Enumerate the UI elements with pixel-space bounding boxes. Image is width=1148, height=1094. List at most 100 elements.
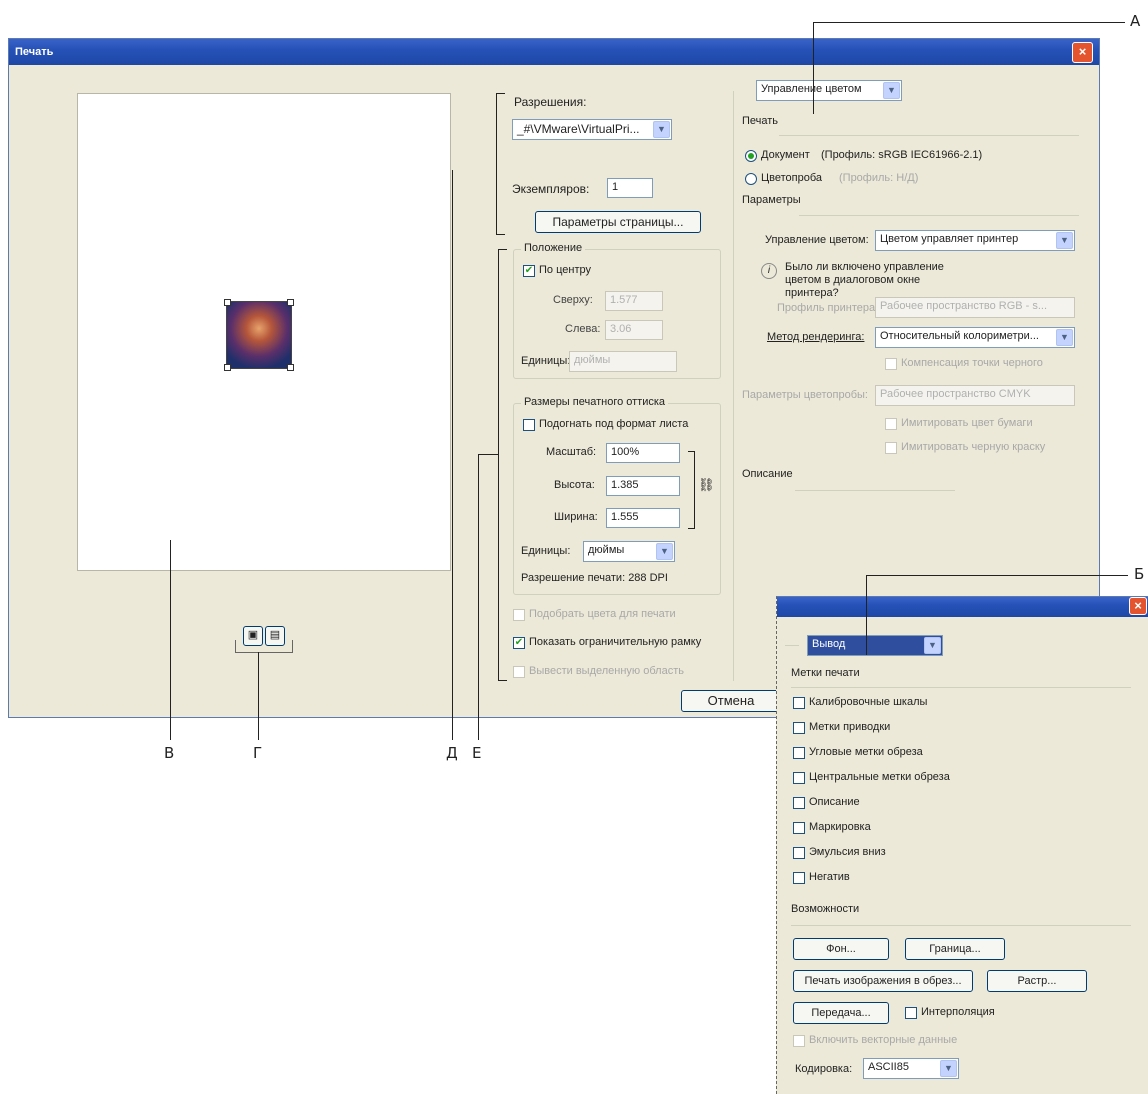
chain-link-icon[interactable]: ⛓ — [698, 477, 715, 493]
document-radio[interactable] — [745, 150, 757, 162]
print-section-rule — [779, 135, 1079, 136]
background-button[interactable]: Фон... — [793, 938, 889, 960]
print-mark-label: Негатив — [809, 871, 850, 883]
print-mark-checkbox[interactable] — [793, 722, 805, 734]
close-icon[interactable]: × — [1072, 42, 1093, 63]
screen-button[interactable]: Растр... — [987, 970, 1087, 992]
output-top-rule — [785, 645, 799, 646]
callout-b: Б — [1134, 565, 1145, 583]
preview-image[interactable] — [224, 299, 294, 371]
border-button[interactable]: Граница... — [905, 938, 1005, 960]
position-units-label: Единицы: — [521, 355, 571, 367]
printer-profile-value: Рабочее пространство RGB - s... — [880, 300, 1048, 312]
color-mode-select[interactable]: Управление цветом ▼ — [756, 80, 902, 101]
handle-tl[interactable] — [224, 299, 231, 306]
scaled-size-legend: Размеры печатного оттиска — [521, 396, 669, 408]
page-setup-button[interactable]: Параметры страницы... — [535, 211, 701, 233]
color-handling-select[interactable]: Цветом управляет принтер ▼ — [875, 230, 1075, 251]
encoding-value: ASCII85 — [868, 1061, 909, 1073]
print-mark-checkbox[interactable] — [793, 697, 805, 709]
close-icon[interactable]: × — [1129, 597, 1147, 615]
match-colors-label: Подобрать цвета для печати — [529, 608, 676, 620]
show-bbox-checkbox[interactable]: ✔ — [513, 637, 525, 649]
vector-data-checkbox[interactable] — [793, 1035, 805, 1047]
encoding-select[interactable]: ASCII85 ▼ — [863, 1058, 959, 1079]
simulate-black-checkbox[interactable] — [885, 442, 897, 454]
black-point-label: Компенсация точки черного — [901, 357, 1043, 369]
handle-br[interactable] — [287, 364, 294, 371]
printer-profile-select[interactable]: Рабочее пространство RGB - s... — [875, 297, 1075, 318]
printer-select[interactable]: _#\VMware\VirtualPri... ▼ — [512, 119, 672, 140]
print-selected-checkbox[interactable] — [513, 666, 525, 678]
height-input[interactable]: 1.385 — [606, 476, 680, 496]
print-selected-label: Вывести выделенную область — [529, 665, 684, 677]
fit-media-checkbox[interactable] — [523, 419, 535, 431]
interpolation-checkbox[interactable] — [905, 1007, 917, 1019]
callout-d: Д — [446, 744, 458, 762]
options-section-rule — [799, 215, 1079, 216]
print-mark-checkbox[interactable] — [793, 772, 805, 784]
copies-input[interactable]: 1 — [607, 178, 653, 198]
print-mark-checkbox[interactable] — [793, 872, 805, 884]
handle-tr[interactable] — [287, 299, 294, 306]
printer-profile-label: Профиль принтера: — [777, 302, 879, 314]
chevron-down-icon: ▼ — [924, 637, 941, 654]
print-mark-label: Эмульсия вниз — [809, 846, 886, 858]
description-rule — [795, 490, 955, 491]
transfer-button[interactable]: Передача... — [793, 1002, 889, 1024]
left-input[interactable]: 3.06 — [605, 320, 663, 340]
chevron-down-icon: ▼ — [1056, 232, 1073, 249]
callout-b-line-v — [866, 575, 867, 655]
print-mark-checkbox[interactable] — [793, 797, 805, 809]
callout-e-line — [478, 454, 479, 740]
marks-section-label: Метки печати — [791, 667, 860, 679]
size-units-label: Единицы: — [521, 545, 571, 557]
center-checkbox[interactable]: ✔ — [523, 265, 535, 277]
orientation-bracket — [235, 640, 293, 653]
chevron-down-icon: ▼ — [940, 1060, 957, 1077]
top-input[interactable]: 1.577 — [605, 291, 663, 311]
position-units-select[interactable]: дюймы — [569, 351, 677, 372]
chevron-down-icon: ▼ — [656, 543, 673, 560]
left-label: Слева: — [565, 323, 601, 335]
callout-v: В — [164, 744, 175, 762]
handle-bl[interactable] — [224, 364, 231, 371]
proportion-bracket — [688, 451, 695, 529]
output-dialog: × Вывод ▼ Метки печати Возможности Фон..… — [776, 596, 1148, 1094]
fit-media-label: Подогнать под формат листа — [539, 418, 689, 430]
print-section-label: Печать — [742, 115, 779, 127]
size-bracket — [498, 249, 507, 681]
print-mark-checkbox[interactable] — [793, 822, 805, 834]
size-units-value: дюймы — [588, 544, 625, 556]
simulate-paper-label: Имитировать цвет бумаги — [901, 417, 1033, 429]
width-input[interactable]: 1.555 — [606, 508, 680, 528]
height-label: Высота: — [554, 479, 595, 491]
cancel-button[interactable]: Отмена — [681, 690, 781, 712]
simulate-paper-checkbox[interactable] — [885, 418, 897, 430]
proof-setup-select[interactable]: Рабочее пространство CMYK — [875, 385, 1075, 406]
print-mark-label: Маркировка — [809, 821, 871, 833]
scale-input[interactable]: 100% — [606, 443, 680, 463]
functions-section-label: Возможности — [791, 903, 860, 915]
output-mode-select[interactable]: Вывод ▼ — [807, 635, 943, 656]
chevron-down-icon: ▼ — [883, 82, 900, 99]
print-mark-checkbox[interactable] — [793, 747, 805, 759]
printer-label: Разрешения: — [514, 95, 587, 109]
bleed-button[interactable]: Печать изображения в обрез... — [793, 970, 973, 992]
document-profile: (Профиль: sRGB IEC61966-2.1) — [821, 149, 983, 161]
black-point-checkbox[interactable] — [885, 358, 897, 370]
encoding-label: Кодировка: — [795, 1063, 853, 1075]
proof-radio[interactable] — [745, 173, 757, 185]
interpolation-label: Интерполяция — [921, 1006, 995, 1018]
print-mark-label: Калибровочные шкалы — [809, 696, 928, 708]
size-units-select[interactable]: дюймы ▼ — [583, 541, 675, 562]
color-mode-value: Управление цветом — [761, 83, 862, 95]
match-colors-checkbox[interactable] — [513, 609, 525, 621]
callout-e-tick — [478, 454, 498, 455]
rendering-select[interactable]: Относительный колориметри... ▼ — [875, 327, 1075, 348]
print-mark-checkbox[interactable] — [793, 847, 805, 859]
print-mark-label: Угловые метки обреза — [809, 746, 923, 758]
functions-section-rule — [791, 925, 1131, 926]
options-section-label: Параметры — [742, 194, 801, 206]
chevron-down-icon: ▼ — [1056, 329, 1073, 346]
